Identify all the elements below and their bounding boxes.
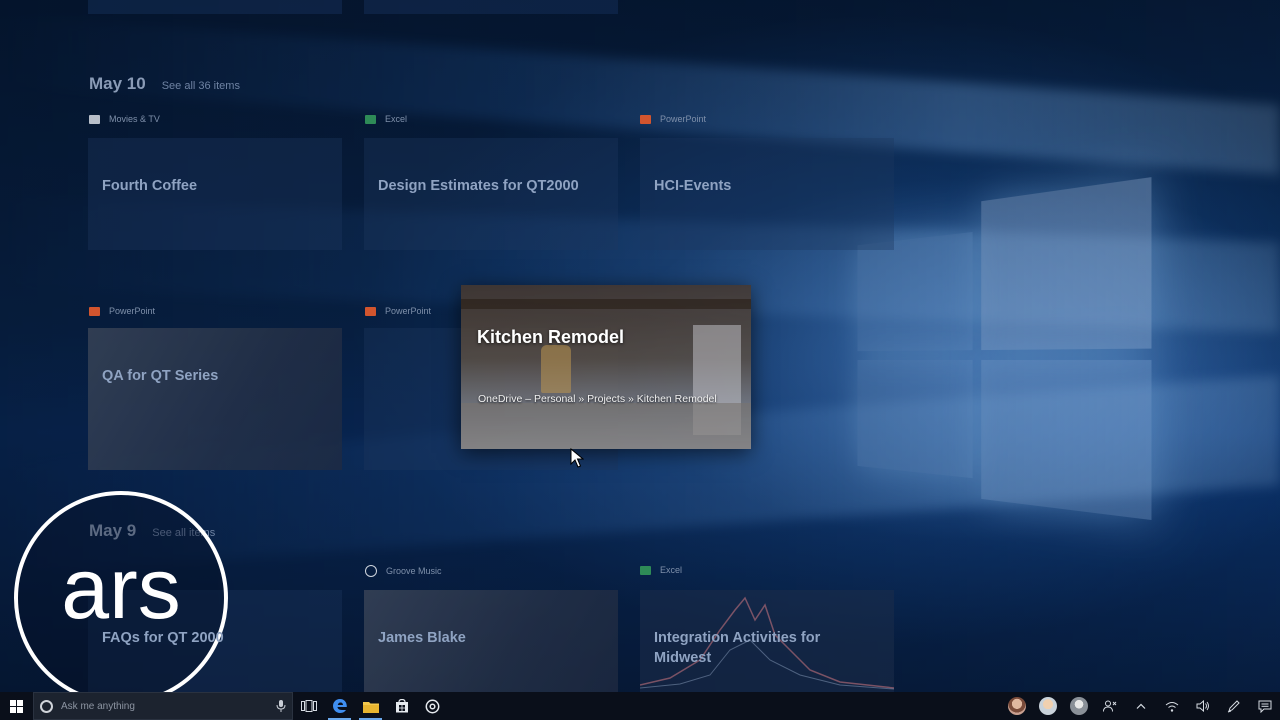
card-title: QA for QT Series xyxy=(102,368,219,384)
volume-button[interactable] xyxy=(1187,692,1218,720)
avatar xyxy=(1069,697,1088,715)
action-center-button[interactable] xyxy=(1249,692,1280,720)
search-input[interactable] xyxy=(61,700,272,712)
card-title: Integration Activities for Midwest xyxy=(654,630,821,666)
windows-start-icon xyxy=(10,699,23,713)
store-button[interactable] xyxy=(386,692,417,720)
card-title: Design Estimates for QT2000 xyxy=(378,178,579,194)
activity-card[interactable]: QA for QT Series xyxy=(88,328,342,470)
edge-icon xyxy=(332,699,347,713)
activity-card[interactable]: Fourth Coffee xyxy=(88,138,342,250)
store-icon xyxy=(395,699,408,713)
notification-icon xyxy=(1258,700,1271,713)
activity-card[interactable]: Integration Activities for Midwest xyxy=(640,590,894,692)
network-icon xyxy=(1165,701,1178,712)
app-tag: Excel xyxy=(640,565,682,575)
windows-ink-button[interactable] xyxy=(1218,692,1249,720)
people-contact-1[interactable] xyxy=(1001,692,1032,720)
people-contact-3[interactable] xyxy=(1063,692,1094,720)
cortana-icon xyxy=(40,699,53,713)
activity-card[interactable]: James Blake xyxy=(364,590,618,692)
focused-card-path: OneDrive – Personal » Projects » Kitchen… xyxy=(478,393,717,405)
app-tag: Movies & TV xyxy=(89,114,160,124)
task-view-button[interactable] xyxy=(293,692,324,720)
activity-card[interactable]: Design Estimates for QT2000 xyxy=(364,138,618,250)
app-tag: PowerPoint xyxy=(640,114,706,124)
mouse-cursor-icon xyxy=(570,448,584,468)
avatar xyxy=(1007,697,1026,715)
cortana-search-box[interactable] xyxy=(33,692,293,720)
ars-technica-logo: ars xyxy=(14,491,228,705)
svg-text:ars: ars xyxy=(61,548,180,637)
app-tag: PowerPoint xyxy=(365,306,431,316)
show-hidden-icons-button[interactable] xyxy=(1125,692,1156,720)
volume-icon xyxy=(1196,700,1209,712)
focused-card-title: Kitchen Remodel xyxy=(477,327,625,347)
start-button[interactable] xyxy=(0,692,33,720)
focused-activity-card[interactable]: Kitchen Remodel OneDrive – Personal » Pr… xyxy=(461,285,751,449)
taskbar xyxy=(0,692,1280,720)
date-heading: May 10 See all 36 items xyxy=(89,74,240,94)
see-all-link[interactable]: See all 36 items xyxy=(162,80,240,92)
groove-music-icon xyxy=(365,565,377,577)
system-tray xyxy=(1001,692,1280,720)
activity-card[interactable]: HCI-Events xyxy=(640,138,894,250)
people-contact-2[interactable] xyxy=(1032,692,1063,720)
chevron-up-icon xyxy=(1136,703,1145,709)
movies-tv-icon xyxy=(89,114,100,124)
pen-icon xyxy=(1227,700,1240,713)
previous-card-edge xyxy=(88,0,342,14)
card-title: Fourth Coffee xyxy=(102,178,198,194)
avatar xyxy=(1038,697,1057,715)
people-button[interactable] xyxy=(1094,692,1125,720)
date-label: May 10 xyxy=(89,74,146,93)
file-explorer-button[interactable] xyxy=(355,692,386,720)
card-title: FAQs for QT 2000 xyxy=(102,630,224,646)
app-tag: PowerPoint xyxy=(89,306,155,316)
app-tag: Excel xyxy=(365,114,407,124)
previous-card-edge xyxy=(364,0,618,14)
file-explorer-icon xyxy=(362,701,379,713)
groove-icon xyxy=(425,699,440,713)
excel-icon xyxy=(365,114,376,124)
excel-icon xyxy=(640,565,651,575)
groove-button[interactable] xyxy=(417,692,448,720)
task-view-icon xyxy=(300,700,317,712)
powerpoint-icon xyxy=(365,306,376,316)
powerpoint-icon xyxy=(640,114,651,124)
card-title: James Blake xyxy=(378,630,466,646)
edge-button[interactable] xyxy=(324,692,355,720)
microphone-icon[interactable] xyxy=(276,700,286,712)
network-button[interactable] xyxy=(1156,692,1187,720)
powerpoint-icon xyxy=(89,306,100,316)
app-tag: Groove Music xyxy=(365,565,442,577)
people-icon xyxy=(1102,700,1116,712)
card-title: HCI-Events xyxy=(654,178,732,194)
